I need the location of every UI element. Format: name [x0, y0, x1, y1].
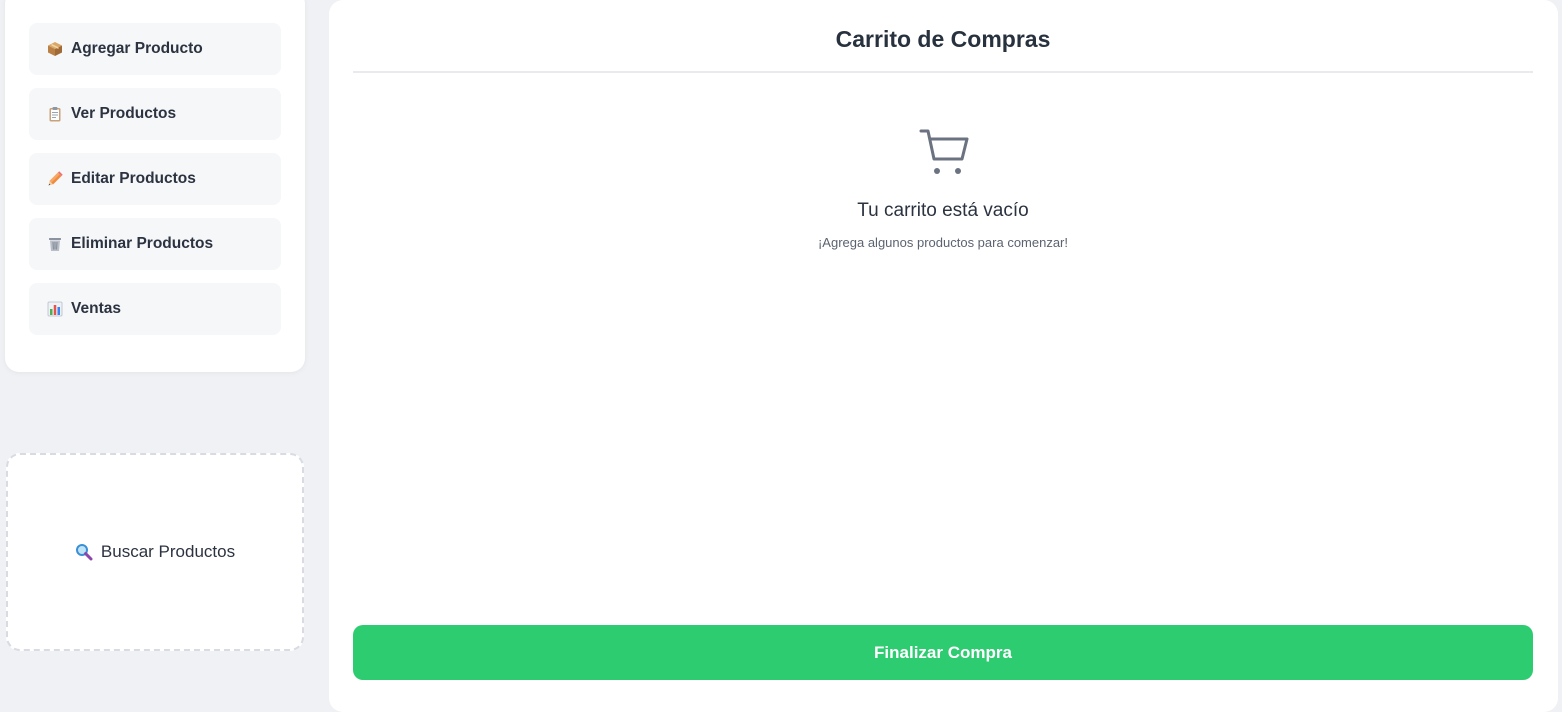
page-title: Carrito de Compras — [353, 26, 1533, 53]
title-divider — [353, 71, 1533, 73]
sidebar-item-eliminar-productos[interactable]: Eliminar Productos — [29, 218, 281, 270]
sidebar-item-label: Ver Productos — [71, 105, 176, 123]
package-icon — [47, 41, 63, 57]
sidebar-item-agregar-producto[interactable]: Agregar Producto — [29, 23, 281, 75]
cart-icon — [919, 127, 969, 177]
search-products-label: Buscar Productos — [101, 542, 235, 562]
sidebar-menu: Agregar Producto Ver Productos — [5, 0, 305, 372]
sidebar-item-label: Eliminar Productos — [71, 235, 213, 253]
empty-cart-title: Tu carrito está vacío — [353, 200, 1533, 222]
pencil-icon — [47, 171, 63, 187]
sidebar-item-editar-productos[interactable]: Editar Productos — [29, 153, 281, 205]
search-products-card[interactable]: Buscar Productos — [6, 453, 304, 651]
sidebar-item-label: Agregar Producto — [71, 40, 203, 58]
empty-cart-subtitle: ¡Agrega algunos productos para comenzar! — [353, 235, 1533, 250]
magnifier-icon — [75, 543, 93, 561]
bar-chart-icon — [47, 301, 63, 317]
sidebar-item-label: Editar Productos — [71, 170, 196, 188]
sidebar-item-ventas[interactable]: Ventas — [29, 283, 281, 335]
sidebar-item-ver-productos[interactable]: Ver Productos — [29, 88, 281, 140]
cart-panel: Carrito de Compras Tu carrito está vacío… — [329, 0, 1558, 712]
clipboard-icon — [47, 106, 63, 122]
wastebasket-icon — [47, 236, 63, 252]
checkout-button[interactable]: Finalizar Compra — [353, 625, 1533, 680]
sidebar-item-label: Ventas — [71, 300, 121, 318]
